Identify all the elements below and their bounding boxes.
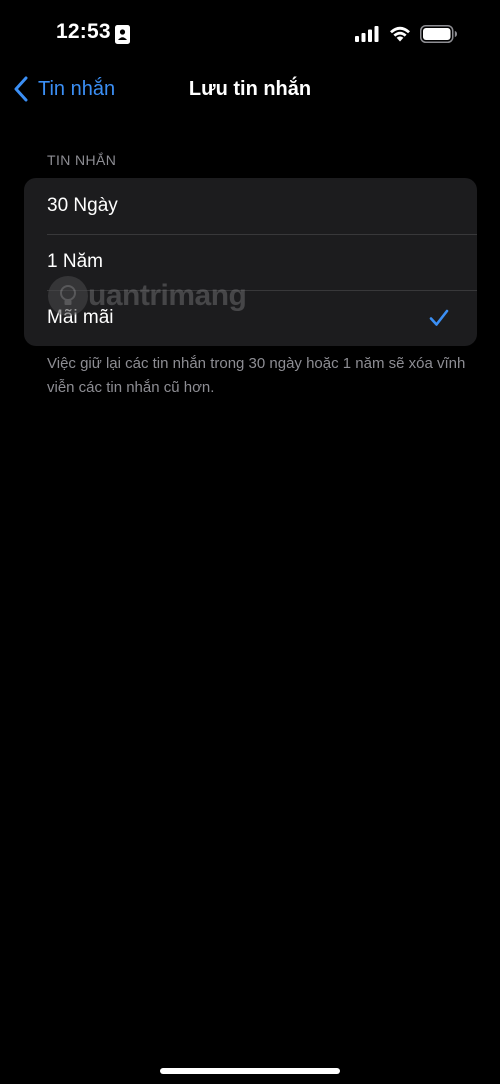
option-forever[interactable]: Mãi mãi: [24, 290, 477, 346]
home-indicator[interactable]: [160, 1068, 340, 1074]
option-label: 1 Năm: [47, 251, 103, 272]
status-bar: 12:53: [0, 0, 500, 70]
option-1-year[interactable]: 1 Năm: [24, 234, 477, 290]
checkmark-icon: [429, 309, 449, 326]
section-footer-note: Việc giữ lại các tin nhắn trong 30 ngày …: [47, 355, 466, 396]
status-time: 12:53: [56, 20, 111, 43]
battery-icon: [420, 25, 457, 43]
signal-icon: [355, 26, 379, 42]
section-header: TIN NHẮN: [47, 152, 117, 168]
option-label: Mãi mãi: [47, 307, 114, 328]
page-title: Lưu tin nhắn: [188, 78, 312, 100]
screen: 12:53 Tin nhắn Lưu tin nhắn TIN NHẮN 30 …: [0, 0, 500, 1084]
navigation-bar: Tin nhắn Lưu tin nhắn: [0, 70, 500, 110]
retention-options-group: 30 Ngày 1 Năm Mãi mãi: [24, 178, 477, 346]
wifi-icon: [390, 26, 410, 42]
option-30-days[interactable]: 30 Ngày: [24, 178, 477, 234]
id-card-icon: [115, 25, 130, 44]
option-label: 30 Ngày: [47, 195, 118, 216]
